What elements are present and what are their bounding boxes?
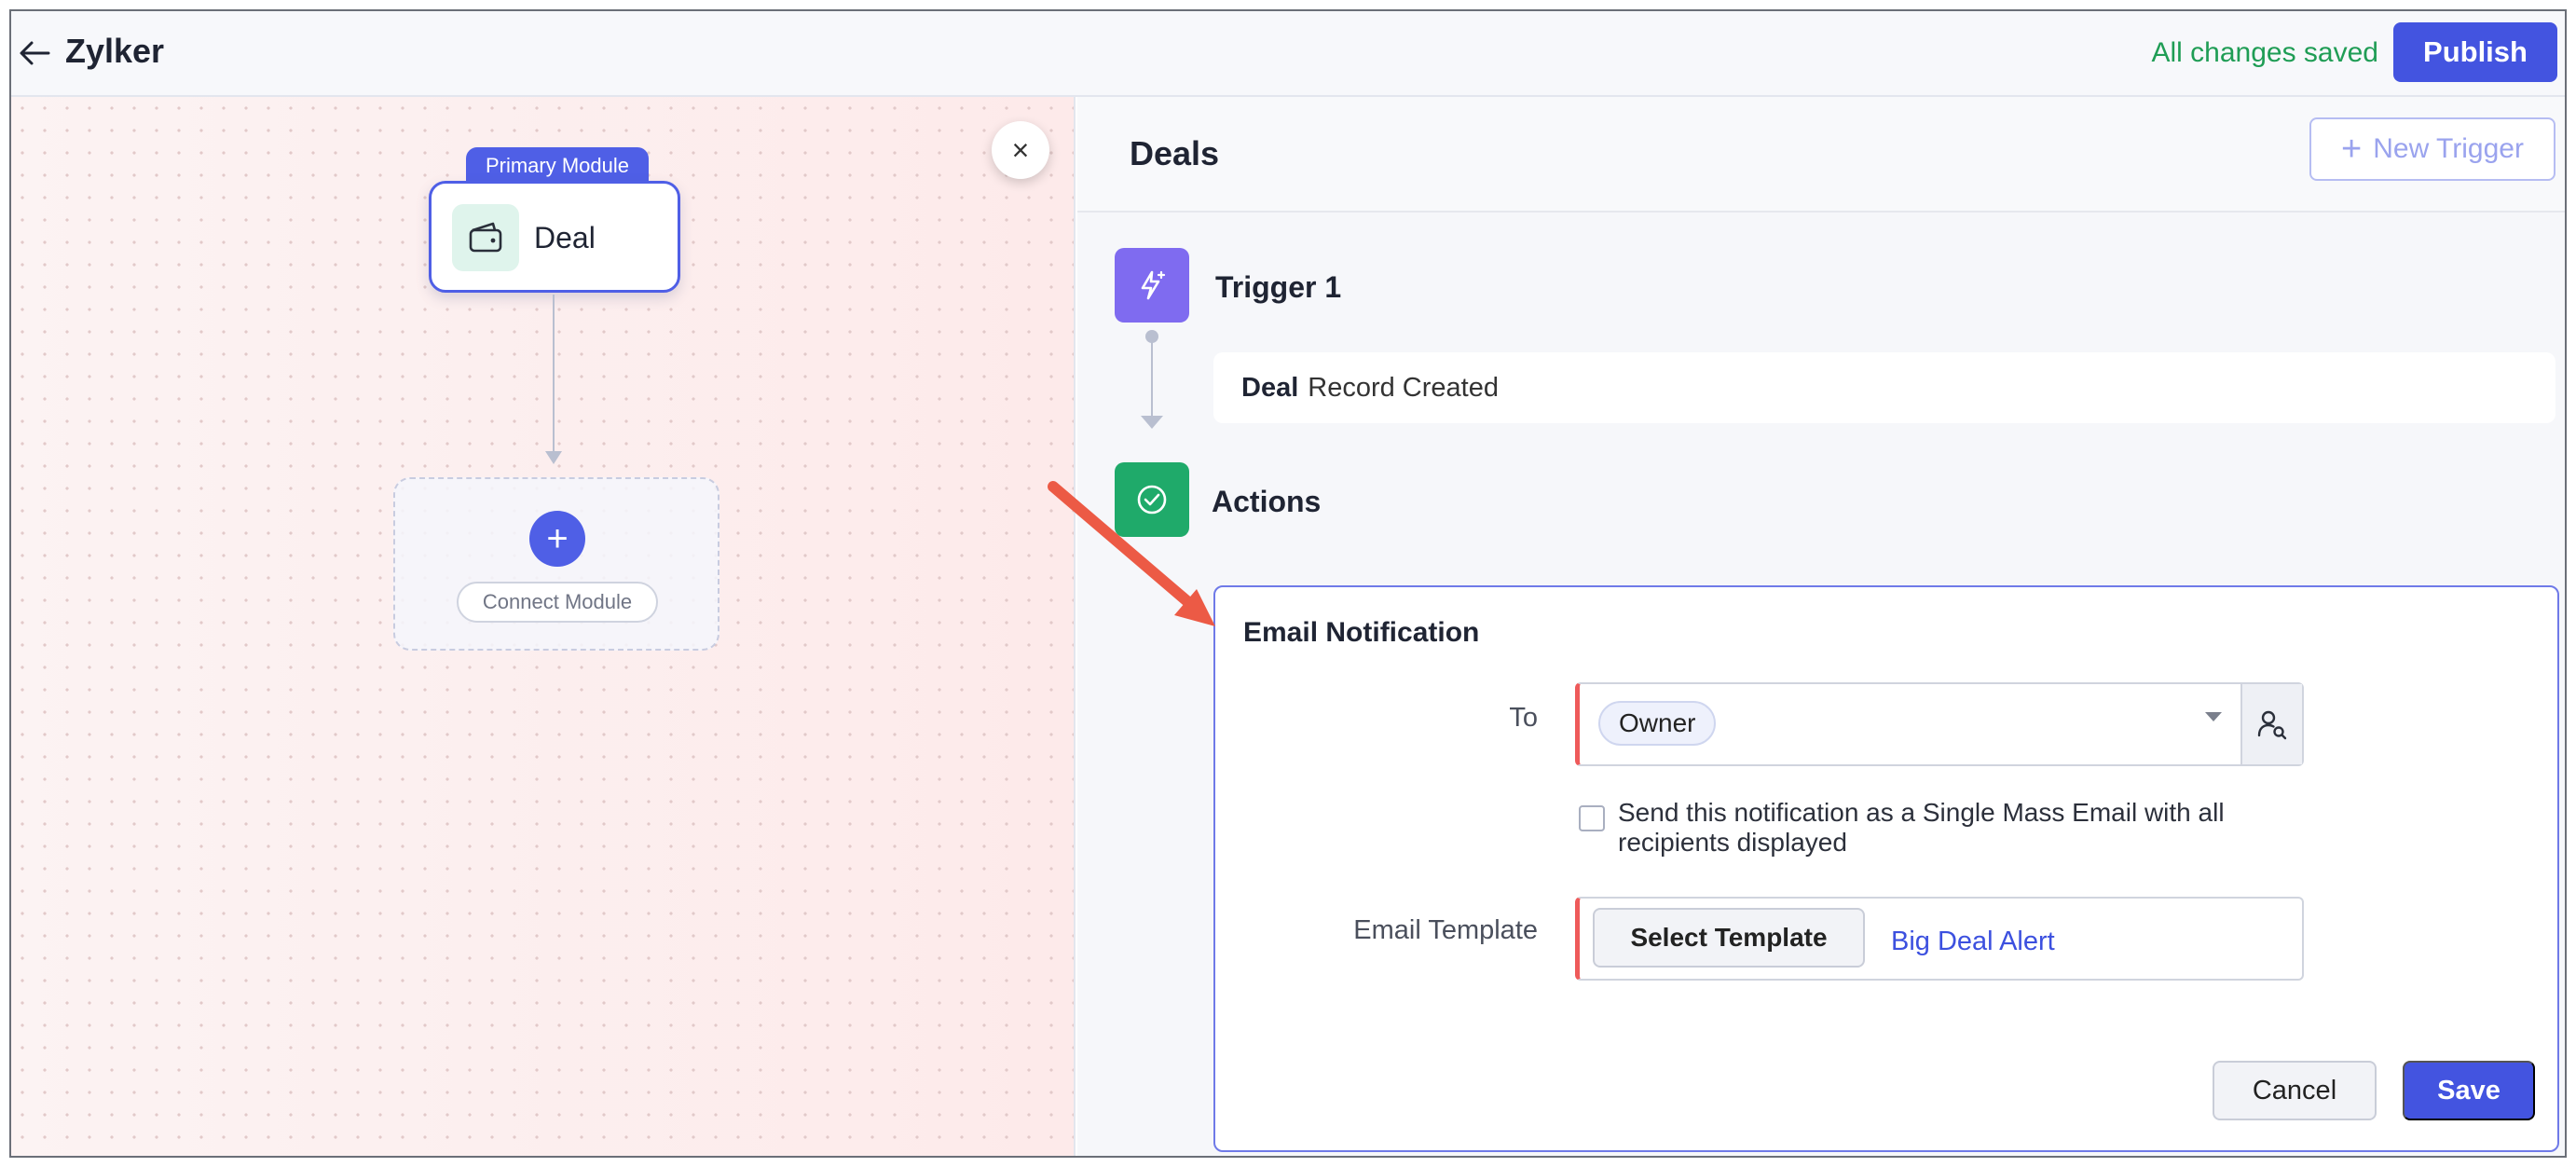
add-module-button[interactable]: + [529,511,585,567]
check-circle-icon [1115,462,1189,537]
connector-line [553,295,555,460]
new-trigger-button[interactable]: + New Trigger [2309,117,2555,181]
top-bar: Zylker All changes saved Publish [11,11,2565,97]
mass-email-checkbox[interactable] [1579,805,1605,831]
email-template-field: Select Template Big Deal Alert [1575,897,2304,981]
user-search-icon[interactable] [2240,684,2302,764]
publish-button[interactable]: Publish [2393,22,2557,82]
trigger-connector-arrow [1141,416,1163,429]
lightning-icon [1115,248,1189,323]
trigger-module: Deal [1241,372,1299,403]
arrow-left-icon[interactable] [17,35,52,71]
trigger-title: Trigger 1 [1215,270,1342,304]
email-notification-card: Email Notification To Owner Send this no… [1213,585,2559,1152]
recipient-chip-owner[interactable]: Owner [1598,701,1717,746]
chevron-down-icon[interactable] [2205,712,2222,721]
close-panel-button[interactable]: × [992,121,1049,179]
deal-node-label: Deal [534,221,596,254]
trigger-panel: Deals + New Trigger Trigger 1 Deal Recor… [1077,97,2565,1156]
select-template-button[interactable]: Select Template [1593,908,1865,968]
new-trigger-label: New Trigger [2373,133,2524,164]
cancel-button[interactable]: Cancel [2213,1061,2377,1120]
panel-header: Deals + New Trigger [1077,97,2565,213]
flow-canvas[interactable]: Primary Module Deal + Connect Module × [11,97,1076,1156]
mass-email-label: Send this notification as a Single Mass … [1618,798,2225,857]
selected-template-link[interactable]: Big Deal Alert [1891,927,2055,957]
connect-module-label[interactable]: Connect Module [457,582,658,623]
deal-module-node[interactable]: Deal [429,181,680,293]
actions-title: Actions [1212,485,1322,518]
panel-title: Deals [1130,134,1220,172]
app-window: Zylker All changes saved Publish Primary… [9,9,2567,1158]
email-notification-title: Email Notification [1243,617,1480,648]
plus-icon: + [2341,130,2363,169]
wallet-icon [452,204,519,271]
trigger-condition[interactable]: Deal Record Created [1213,352,2555,423]
primary-module-tag: Primary Module [466,147,649,185]
connect-module-box[interactable]: + Connect Module [393,477,719,651]
recipient-field[interactable]: Owner [1575,682,2304,766]
connector-arrow [545,451,562,464]
to-label: To [1509,703,1538,733]
save-button[interactable]: Save [2403,1061,2535,1120]
save-status: All changes saved [2151,37,2379,68]
email-template-label: Email Template [1353,915,1538,945]
trigger-event: Record Created [1308,372,1499,403]
app-title: Zylker [65,32,165,70]
trigger-connector-line [1151,334,1153,419]
